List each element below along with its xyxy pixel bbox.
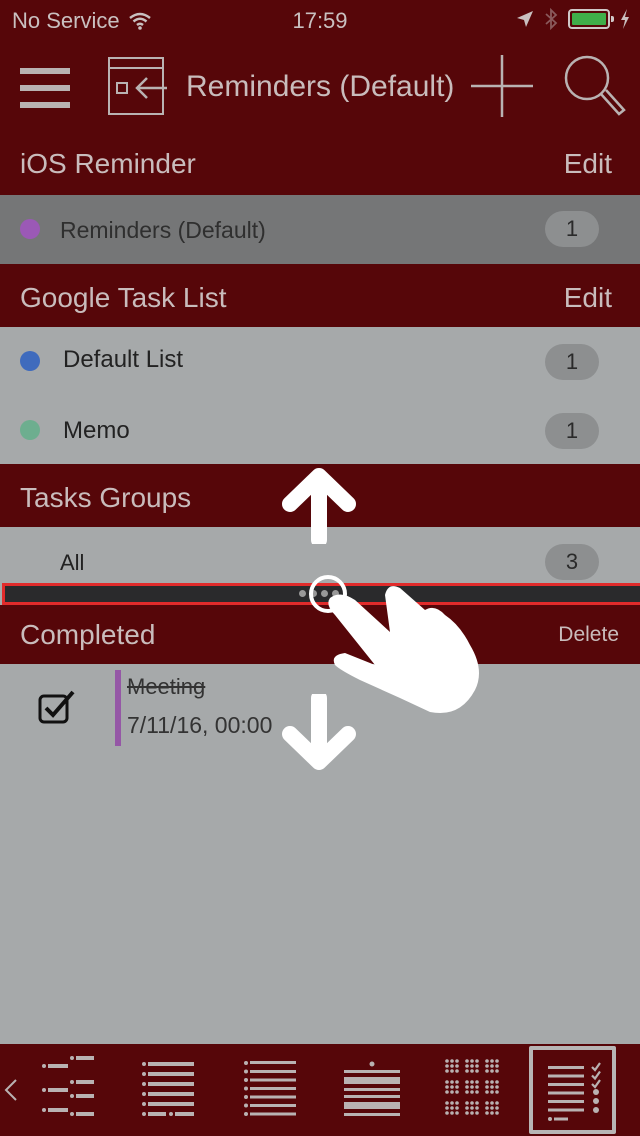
- resize-divider-handle[interactable]: [2, 583, 640, 605]
- nav-bar: Reminders (Default): [0, 42, 640, 134]
- checklist-view-icon: [548, 1062, 601, 1121]
- task-color-bar: [115, 670, 121, 746]
- list-item-default-list[interactable]: Default List 1: [0, 327, 640, 395]
- location-arrow-icon: [517, 11, 533, 27]
- add-button[interactable]: [471, 55, 533, 122]
- section-header-tasks-groups: Tasks Groups: [0, 464, 640, 527]
- list-item-reminders-default[interactable]: Reminders (Default) 1: [0, 195, 640, 264]
- bottom-toolbar: [0, 1044, 640, 1136]
- bluetooth-icon: [545, 8, 558, 30]
- checkbox-checked-icon[interactable]: [38, 690, 78, 724]
- status-icons: [516, 8, 630, 30]
- switch-list-button[interactable]: [107, 56, 169, 121]
- list-label: Default List: [63, 346, 184, 373]
- section-title: Tasks Groups: [20, 482, 192, 513]
- drag-handle-dots: [299, 590, 339, 597]
- toolbar-view-compact-list[interactable]: [236, 1044, 304, 1136]
- list-item-all[interactable]: All 3: [0, 527, 640, 583]
- search-button[interactable]: [563, 54, 627, 123]
- toolbar-view-timeline[interactable]: [338, 1044, 406, 1136]
- count-badge: 3: [545, 544, 599, 580]
- toolbar-view-grid[interactable]: [440, 1044, 508, 1136]
- chevron-left-icon: [4, 1079, 17, 1101]
- battery-fill: [572, 13, 606, 25]
- edit-button[interactable]: Edit: [564, 282, 612, 314]
- hamburger-menu-icon: [20, 68, 70, 108]
- edit-button[interactable]: Edit: [564, 148, 612, 180]
- toolbar-view-list[interactable]: [134, 1044, 202, 1136]
- count-badge: 1: [545, 211, 599, 247]
- count-badge: 1: [545, 413, 599, 449]
- section-header-completed: Completed Delete: [0, 605, 640, 664]
- nav-title[interactable]: Reminders (Default): [186, 70, 454, 104]
- list-color-dot: [20, 420, 40, 440]
- add-icon: [471, 55, 533, 117]
- switch-list-icon: [108, 57, 167, 115]
- section-header-google-task-list: Google Task List Edit: [0, 264, 640, 327]
- timeline-view-icon: [344, 1061, 400, 1116]
- section-header-ios-reminder: iOS Reminder Edit: [0, 134, 640, 195]
- list-view-icon: [142, 1062, 194, 1116]
- task-name: Meeting: [127, 674, 206, 699]
- toolbar-view-checklist[interactable]: [529, 1046, 616, 1134]
- list-label: Memo: [63, 417, 130, 444]
- two-column-list-view-icon: [42, 1056, 94, 1116]
- section-title: iOS Reminder: [20, 148, 196, 179]
- compact-list-view-icon: [244, 1061, 296, 1116]
- list-color-dot: [20, 219, 40, 239]
- grid-view-icon: [445, 1059, 499, 1115]
- list-item-memo[interactable]: Memo 1: [0, 395, 640, 464]
- battery-icon: [568, 9, 614, 29]
- list-label: All: [60, 550, 85, 575]
- count-badge: 1: [545, 344, 599, 380]
- list-color-dot: [20, 351, 40, 371]
- section-title: Completed: [20, 619, 156, 650]
- list-label: Reminders (Default): [60, 217, 266, 243]
- status-bar: No Service 17:59: [0, 0, 640, 42]
- delete-button[interactable]: Delete: [558, 623, 619, 647]
- charging-bolt-icon: [621, 9, 629, 29]
- toolbar-back-button[interactable]: [0, 1044, 28, 1136]
- completed-task-item[interactable]: Meeting 7/11/16, 00:00: [0, 664, 640, 754]
- section-title: Google Task List: [20, 282, 227, 313]
- task-date: 7/11/16, 00:00: [127, 712, 273, 738]
- hamburger-menu-button[interactable]: [20, 66, 72, 115]
- toolbar-view-two-column[interactable]: [32, 1044, 100, 1136]
- search-icon: [564, 55, 626, 116]
